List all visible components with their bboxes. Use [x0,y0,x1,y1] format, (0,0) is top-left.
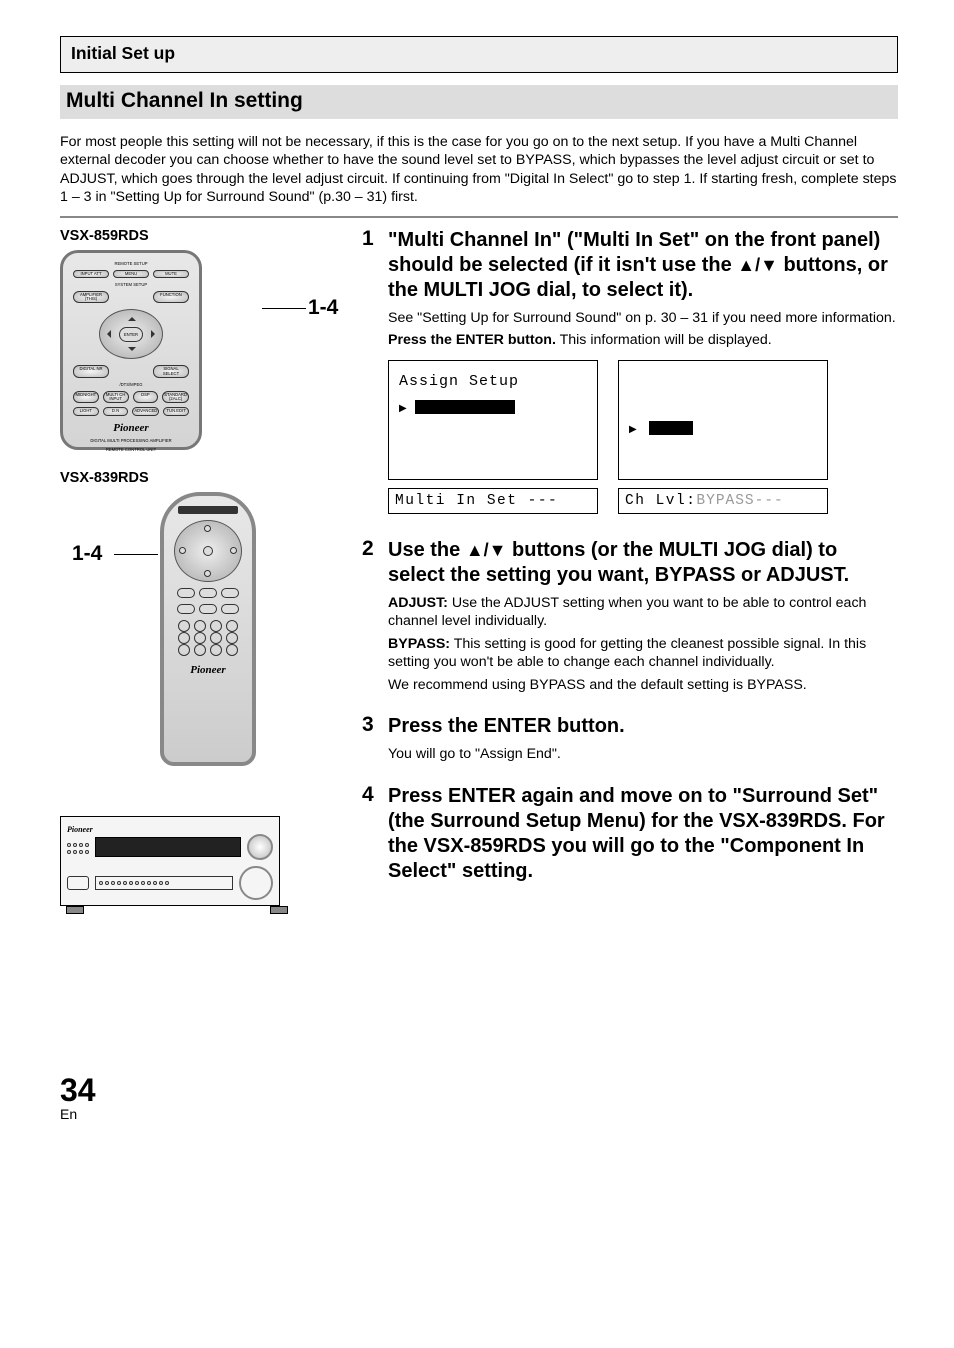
step-number: 1 [362,228,380,522]
fp-text-ghost: BYPASS [696,493,754,509]
remote-brand: Pioneer [73,422,189,434]
remote-label: SYSTEM SETUP [73,282,189,287]
step-text: Press the ENTER button. This information… [388,331,898,349]
front-panel-display-1: Multi In Set --- [388,488,598,514]
remote-label: /DTS/MPEG [73,382,189,387]
step-2: 2 Use the ▲/▼ buttons (or the MULTI JOG … [362,538,898,698]
page-footer: 34 En [60,1074,898,1122]
updown-icon: ▲/▼ [466,540,507,560]
remote-label: REMOTE SETUP [73,261,189,266]
remote-subtitle: DIGITAL MULTI PROCESSING AMPLIFIER [73,438,189,443]
step-text: ADJUST: Use the ADJUST setting when you … [388,594,898,631]
osd-title: Assign Setup [399,373,587,390]
step-number: 4 [362,784,380,890]
osd-cursor-bar [415,400,515,414]
remote-button: SIGNAL SELECT [153,365,189,377]
model-label-839: VSX-839RDS [60,470,342,486]
remote-enter-button: ENTER [119,327,144,341]
remote-button: LIGHT [73,407,99,415]
remote-button: ADVANCED [132,407,159,415]
remote-button: INPUT ATT [73,270,109,278]
step-1: 1 "Multi Channel In" ("Multi In Set" on … [362,228,898,522]
remote-button: AMPLIFIER (THIS) [73,291,109,303]
osd-display-2: ▶ [618,360,828,480]
step-heading: Use the ▲/▼ buttons (or the MULTI JOG di… [388,538,898,588]
receiver-knob [239,866,273,900]
remote-859-illustration: REMOTE SETUP INPUT ATT MENU MUTE SYSTEM … [60,250,202,450]
remote-button: MENU [113,270,149,278]
cursor-icon: ▶ [629,424,637,435]
remote-button: DSP [133,391,159,403]
step-heading: "Multi Channel In" ("Multi In Set" on th… [388,228,898,303]
receiver-brand: Pioneer [67,825,273,834]
callout-859: 1-4 [308,296,338,320]
intro-paragraph: For most people this setting will not be… [60,133,898,206]
callout-line [262,308,306,309]
step-number: 2 [362,538,380,698]
osd-display-1: Assign Setup ▶ [388,360,598,480]
remote-button: MUTE [153,270,189,278]
model-label-859: VSX-859RDS [60,228,342,244]
remote-button: MULTI CH INPUT [103,391,129,403]
step-text-part: This information will be displayed. [556,332,772,348]
step-bold: BYPASS: [388,636,450,652]
step-bold: ADJUST: [388,595,448,611]
step-heading: Press ENTER again and move on to "Surrou… [388,784,898,884]
remote-button: FUNCTION [153,291,189,303]
step-heading: Press the ENTER button. [388,714,898,739]
remote-button: TUN.EDIT [163,407,189,415]
step-text-part: Use the ADJUST setting when you want to … [388,595,866,629]
receiver-knob [247,834,273,860]
step-text: BYPASS: This setting is good for getting… [388,635,898,672]
page-number: 34 [60,1074,898,1106]
breadcrumb-header: Initial Set up [60,36,898,73]
updown-icon: ▲/▼ [737,255,778,275]
remote-brand: Pioneer [190,664,225,676]
osd-cursor-bar [649,421,693,435]
step-number: 3 [362,714,380,767]
step-4: 4 Press ENTER again and move on to "Surr… [362,784,898,890]
step-3: 3 Press the ENTER button. You will go to… [362,714,898,767]
remote-dpad: ENTER [99,309,163,359]
step-text: See "Setting Up for Surround Sound" on p… [388,309,898,327]
front-panel-display-2: Ch Lvl:BYPASS--- [618,488,828,514]
cursor-icon: ▶ [399,403,407,414]
remote-button: D.N [103,407,129,415]
remote-839-illustration: Pioneer [160,492,256,766]
remote-button-grid [178,620,238,656]
divider [60,216,898,218]
callout-839: 1-4 [72,542,102,566]
section-title: Multi Channel In setting [60,85,898,119]
remote-dpad [174,520,242,582]
remote-button: MIDNIGHT [73,391,99,403]
fp-text-ghost: --- [755,493,784,509]
step-text: We recommend using BYPASS and the defaul… [388,676,898,694]
fp-text: Ch Lvl: [625,493,696,509]
step-head-part: Use the [388,539,466,561]
callout-line [114,554,158,555]
step-text-part: This setting is good for getting the cle… [388,636,866,670]
remote-button: STANDARD (2ALC) [162,391,189,403]
remote-subtitle: REMOTE CONTROL UNIT [73,447,189,452]
remote-ir-window [178,506,238,514]
step-bold: Press the ENTER button. [388,332,556,348]
receiver-illustration: Pioneer [60,816,280,906]
remote-button: DIGITAL NR [73,365,109,377]
page-language: En [60,1106,898,1122]
step-text: You will go to "Assign End". [388,745,898,763]
